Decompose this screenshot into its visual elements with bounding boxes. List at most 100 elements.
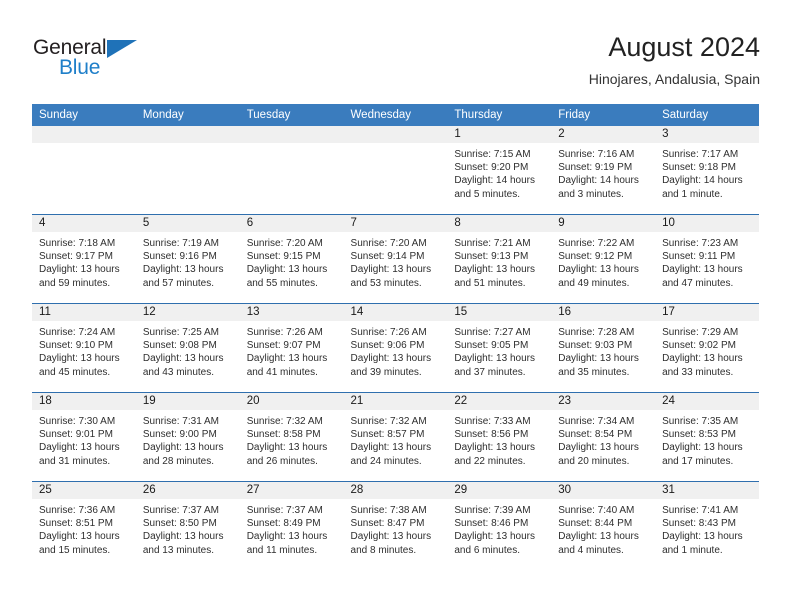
day-details xyxy=(136,143,240,148)
day-number: 11 xyxy=(32,304,136,321)
calendar-day-cell[interactable]: 29 Sunrise: 7:39 AM Sunset: 8:46 PM Dayligh… xyxy=(447,481,552,570)
location-subtitle: Hinojares, Andalusia, Spain xyxy=(588,71,760,87)
calendar-day-cell[interactable]: 3 Sunrise: 7:17 AM Sunset: 9:18 PM Daylight… xyxy=(655,126,759,215)
day-details: Sunrise: 7:33 AM Sunset: 8:56 PM Daylight:… xyxy=(447,410,551,468)
calendar-day-cell[interactable]: 2 Sunrise: 7:16 AM Sunset: 9:19 PM Daylight… xyxy=(551,126,656,215)
weekday-header-sunday: Sunday xyxy=(32,104,136,126)
sunset-text: Sunset: 8:46 PM xyxy=(454,518,529,530)
day-number: 14 xyxy=(343,304,448,321)
day-cell-inner: 28 Sunrise: 7:38 AM Sunset: 8:47 PM Dayligh… xyxy=(343,482,448,570)
calendar-day-cell[interactable]: 6 Sunrise: 7:20 AM Sunset: 9:15 PM Daylight… xyxy=(239,214,344,304)
sunrise-text: Sunrise: 7:26 AM xyxy=(350,327,427,338)
day-number: 30 xyxy=(551,482,656,499)
daylight-text-line2: and 45 minutes. xyxy=(39,366,111,378)
day-details: Sunrise: 7:24 AM Sunset: 9:10 PM Daylight:… xyxy=(32,321,136,379)
day-details: Sunrise: 7:40 AM Sunset: 8:44 PM Daylight:… xyxy=(551,499,655,557)
day-cell-inner: 7 Sunrise: 7:20 AM Sunset: 9:14 PM Daylight… xyxy=(343,215,448,303)
logo-triangle-icon xyxy=(107,40,137,58)
calendar-day-cell-empty xyxy=(32,126,136,215)
calendar-day-cell[interactable]: 28 Sunrise: 7:38 AM Sunset: 8:47 PM Dayligh… xyxy=(343,481,448,570)
day-number: 31 xyxy=(655,482,759,499)
day-cell-inner: 18 Sunrise: 7:30 AM Sunset: 9:01 PM Dayligh… xyxy=(32,393,136,481)
day-cell-inner: 26 Sunrise: 7:37 AM Sunset: 8:50 PM Dayligh… xyxy=(135,482,240,570)
calendar-day-cell[interactable]: 13 Sunrise: 7:26 AM Sunset: 9:07 PM Dayligh… xyxy=(239,303,344,393)
daylight-text-line1: Daylight: 13 hours xyxy=(454,442,535,454)
sunrise-text: Sunrise: 7:36 AM xyxy=(39,505,116,516)
day-number: 2 xyxy=(551,126,656,143)
day-cell-inner: 25 Sunrise: 7:36 AM Sunset: 8:51 PM Dayligh… xyxy=(32,482,136,570)
calendar-day-cell[interactable]: 4 Sunrise: 7:18 AM Sunset: 9:17 PM Daylight… xyxy=(32,214,136,304)
day-cell-inner: 12 Sunrise: 7:25 AM Sunset: 9:08 PM Dayligh… xyxy=(135,304,240,392)
calendar-day-cell[interactable]: 5 Sunrise: 7:19 AM Sunset: 9:16 PM Daylight… xyxy=(135,214,240,304)
calendar-day-cell[interactable]: 22 Sunrise: 7:33 AM Sunset: 8:56 PM Dayligh… xyxy=(447,392,552,482)
calendar-day-cell[interactable]: 27 Sunrise: 7:37 AM Sunset: 8:49 PM Dayligh… xyxy=(239,481,344,570)
calendar-day-cell[interactable]: 21 Sunrise: 7:32 AM Sunset: 8:57 PM Dayligh… xyxy=(343,392,448,482)
sunrise-text: Sunrise: 7:29 AM xyxy=(662,327,739,338)
daylight-text-line2: and 22 minutes. xyxy=(454,455,526,467)
day-number: 5 xyxy=(135,215,240,232)
day-details: Sunrise: 7:30 AM Sunset: 9:01 PM Daylight:… xyxy=(32,410,136,468)
sunrise-text: Sunrise: 7:28 AM xyxy=(558,327,635,338)
daylight-text-line2: and 53 minutes. xyxy=(350,277,422,289)
calendar-day-cell[interactable]: 17 Sunrise: 7:29 AM Sunset: 9:02 PM Dayligh… xyxy=(655,303,759,393)
sunset-text: Sunset: 9:00 PM xyxy=(142,429,217,441)
day-details: Sunrise: 7:22 AM Sunset: 9:12 PM Daylight:… xyxy=(551,232,655,290)
sunrise-text: Sunrise: 7:30 AM xyxy=(39,416,116,427)
calendar-day-cell[interactable]: 14 Sunrise: 7:26 AM Sunset: 9:06 PM Dayligh… xyxy=(343,303,448,393)
day-cell-inner: 29 Sunrise: 7:39 AM Sunset: 8:46 PM Dayligh… xyxy=(447,482,552,570)
calendar-day-cell[interactable]: 8 Sunrise: 7:21 AM Sunset: 9:13 PM Daylight… xyxy=(447,214,552,304)
daylight-text-line2: and 49 minutes. xyxy=(558,277,630,289)
sunset-text: Sunset: 8:47 PM xyxy=(350,518,425,530)
calendar-day-cell[interactable]: 11 Sunrise: 7:24 AM Sunset: 9:10 PM Dayligh… xyxy=(32,303,136,393)
day-number: 3 xyxy=(655,126,759,143)
calendar-day-cell[interactable]: 25 Sunrise: 7:36 AM Sunset: 8:51 PM Dayligh… xyxy=(32,481,136,570)
calendar-day-cell[interactable]: 9 Sunrise: 7:22 AM Sunset: 9:12 PM Daylight… xyxy=(551,214,656,304)
calendar-day-cell[interactable]: 24 Sunrise: 7:35 AM Sunset: 8:53 PM Dayligh… xyxy=(655,392,759,482)
weekday-header-friday: Friday xyxy=(551,104,656,126)
day-number: 18 xyxy=(32,393,136,410)
sunrise-text: Sunrise: 7:41 AM xyxy=(662,505,739,516)
day-cell-inner: 1 Sunrise: 7:15 AM Sunset: 9:20 PM Daylight… xyxy=(447,126,552,214)
day-number: 6 xyxy=(239,215,344,232)
calendar-day-cell[interactable]: 19 Sunrise: 7:31 AM Sunset: 9:00 PM Dayligh… xyxy=(135,392,240,482)
calendar-day-cell[interactable]: 31 Sunrise: 7:41 AM Sunset: 8:43 PM Dayligh… xyxy=(655,481,759,570)
sunrise-text: Sunrise: 7:25 AM xyxy=(142,327,219,338)
calendar-day-cell[interactable]: 18 Sunrise: 7:30 AM Sunset: 9:01 PM Dayligh… xyxy=(32,392,136,482)
day-details: Sunrise: 7:17 AM Sunset: 9:18 PM Daylight:… xyxy=(655,143,759,201)
day-number: 13 xyxy=(239,304,344,321)
calendar-day-cell-empty xyxy=(135,126,240,215)
day-number: 9 xyxy=(551,215,656,232)
sunset-text: Sunset: 8:43 PM xyxy=(662,518,736,530)
calendar-day-cell[interactable]: 1 Sunrise: 7:15 AM Sunset: 9:20 PM Daylight… xyxy=(447,126,552,215)
sunrise-text: Sunrise: 7:26 AM xyxy=(246,327,323,338)
day-cell-inner: 21 Sunrise: 7:32 AM Sunset: 8:57 PM Dayligh… xyxy=(343,393,448,481)
calendar-day-cell[interactable]: 16 Sunrise: 7:28 AM Sunset: 9:03 PM Dayligh… xyxy=(551,303,656,393)
sunset-text: Sunset: 9:06 PM xyxy=(350,340,425,352)
calendar-day-cell[interactable]: 7 Sunrise: 7:20 AM Sunset: 9:14 PM Daylight… xyxy=(343,214,448,304)
day-number: 21 xyxy=(343,393,448,410)
sunrise-text: Sunrise: 7:39 AM xyxy=(454,505,531,516)
generalblue-logo[interactable]: General Blue xyxy=(32,36,232,88)
sunset-text: Sunset: 9:19 PM xyxy=(558,162,633,174)
calendar-day-cell[interactable]: 20 Sunrise: 7:32 AM Sunset: 8:58 PM Dayligh… xyxy=(239,392,344,482)
day-cell-inner: 16 Sunrise: 7:28 AM Sunset: 9:03 PM Dayligh… xyxy=(551,304,656,392)
daylight-text-line2: and 3 minutes. xyxy=(558,188,624,200)
calendar-day-cell[interactable]: 10 Sunrise: 7:23 AM Sunset: 9:11 PM Dayligh… xyxy=(655,214,759,304)
sunset-text: Sunset: 9:16 PM xyxy=(142,251,217,263)
day-cell-inner: 9 Sunrise: 7:22 AM Sunset: 9:12 PM Daylight… xyxy=(551,215,656,303)
calendar-day-cell[interactable]: 23 Sunrise: 7:34 AM Sunset: 8:54 PM Dayligh… xyxy=(551,392,656,482)
day-details: Sunrise: 7:26 AM Sunset: 9:06 PM Daylight:… xyxy=(344,321,448,379)
daylight-text-line1: Daylight: 13 hours xyxy=(246,531,328,543)
weekday-header-saturday: Saturday xyxy=(655,104,759,126)
sunset-text: Sunset: 9:08 PM xyxy=(142,340,217,352)
calendar-day-cell[interactable]: 26 Sunrise: 7:37 AM Sunset: 8:50 PM Dayligh… xyxy=(135,481,240,570)
calendar-day-cell[interactable]: 12 Sunrise: 7:25 AM Sunset: 9:08 PM Dayligh… xyxy=(135,303,240,393)
sunset-text: Sunset: 9:18 PM xyxy=(662,162,736,174)
calendar-day-cell[interactable]: 15 Sunrise: 7:27 AM Sunset: 9:05 PM Dayligh… xyxy=(447,303,552,393)
calendar-day-cell[interactable]: 30 Sunrise: 7:40 AM Sunset: 8:44 PM Dayligh… xyxy=(551,481,656,570)
day-number xyxy=(239,126,344,143)
day-number: 10 xyxy=(655,215,759,232)
daylight-text-line1: Daylight: 13 hours xyxy=(558,353,639,365)
day-details: Sunrise: 7:23 AM Sunset: 9:11 PM Daylight:… xyxy=(655,232,759,290)
daylight-text-line1: Daylight: 13 hours xyxy=(558,531,639,543)
